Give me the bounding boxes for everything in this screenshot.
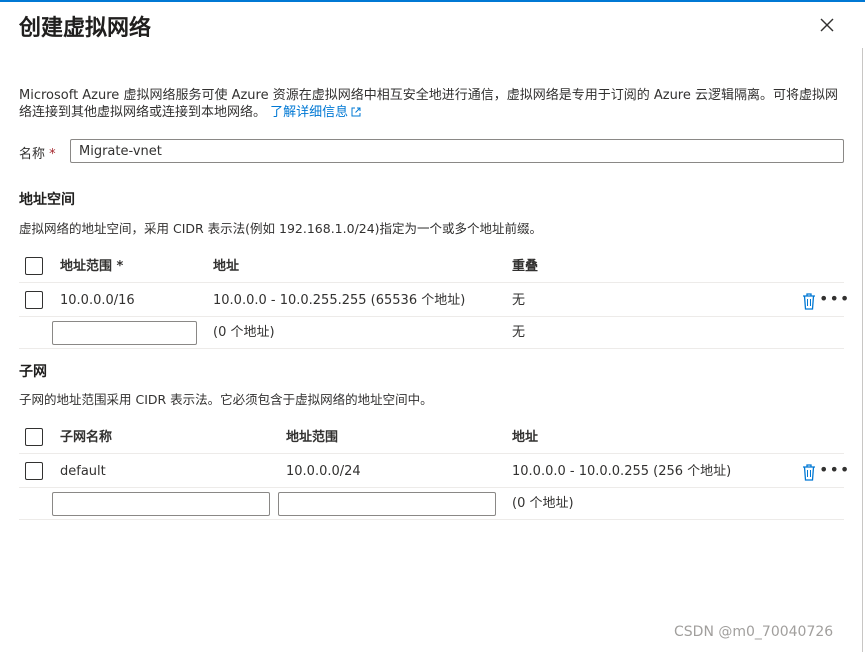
more-icon[interactable]: •••	[819, 291, 849, 309]
subnet-title: 子网	[19, 364, 47, 380]
new-subnet-range-input[interactable]	[278, 492, 496, 516]
panel-edge	[862, 48, 863, 652]
table-row: (0 个地址)	[19, 488, 844, 520]
trash-icon[interactable]	[802, 463, 816, 481]
table-row: default 10.0.0.0/24 10.0.0.0 - 10.0.0.25…	[19, 456, 849, 488]
address-cell: 10.0.0.0 - 10.0.255.255 (65536 个地址)	[213, 293, 466, 308]
page-title: 创建虚拟网络	[19, 16, 152, 41]
new-subnet-name-input[interactable]	[52, 492, 270, 516]
select-all-subnet-checkbox[interactable]	[25, 428, 43, 446]
header-subnet-range: 地址范围	[286, 430, 339, 445]
page-description: Microsoft Azure 虚拟网络服务可使 Azure 资源在虚拟网络中相…	[19, 87, 849, 121]
new-address-range-input[interactable]	[52, 321, 197, 345]
name-label: 名称 *	[19, 143, 56, 162]
more-icon[interactable]: •••	[819, 462, 849, 480]
external-link-icon	[351, 107, 361, 117]
name-input[interactable]	[70, 139, 844, 163]
close-icon[interactable]	[817, 15, 837, 35]
learn-more-label: 了解详细信息	[270, 105, 349, 120]
address-space-description: 虚拟网络的地址空间，采用 CIDR 表示法(例如 192.168.1.0/24)…	[19, 221, 543, 236]
subnet-range-cell: 10.0.0.0/24	[286, 464, 361, 479]
trash-icon[interactable]	[802, 292, 816, 310]
header-overlap: 重叠	[512, 259, 539, 274]
table-row: 10.0.0.0/16 10.0.0.0 - 10.0.255.255 (655…	[19, 285, 849, 317]
header-subnet-name: 子网名称	[60, 430, 113, 445]
row-checkbox[interactable]	[25, 462, 43, 480]
table-row: (0 个地址) 无	[19, 317, 844, 349]
header-range: 地址范围 *	[60, 259, 124, 274]
required-mark: *	[49, 147, 56, 162]
new-overlap-cell: 无	[512, 325, 526, 340]
description-text: Microsoft Azure 虚拟网络服务可使 Azure 资源在虚拟网络中相…	[19, 88, 838, 120]
top-accent-bar	[0, 0, 865, 2]
learn-more-link[interactable]: 了解详细信息	[270, 105, 361, 120]
row-checkbox[interactable]	[25, 291, 43, 309]
subnet-name-cell: default	[60, 464, 106, 479]
address-range-cell: 10.0.0.0/16	[60, 293, 135, 308]
header-subnet-address: 地址	[512, 430, 539, 445]
watermark: CSDN @m0_70040726	[674, 624, 834, 640]
select-all-address-checkbox[interactable]	[25, 257, 43, 275]
name-label-text: 名称	[19, 147, 46, 162]
new-address-cell: (0 个地址)	[213, 325, 275, 340]
subnet-table-header: 子网名称 地址范围 地址	[19, 422, 844, 454]
address-table-header: 地址范围 * 地址 重叠	[19, 251, 844, 283]
overlap-cell: 无	[512, 293, 526, 308]
new-subnet-address-cell: (0 个地址)	[512, 496, 574, 511]
header-address: 地址	[213, 259, 240, 274]
subnet-address-cell: 10.0.0.0 - 10.0.0.255 (256 个地址)	[512, 464, 732, 479]
address-space-title: 地址空间	[19, 192, 75, 208]
subnet-description: 子网的地址范围采用 CIDR 表示法。它必须包含于虚拟网络的地址空间中。	[19, 392, 433, 407]
